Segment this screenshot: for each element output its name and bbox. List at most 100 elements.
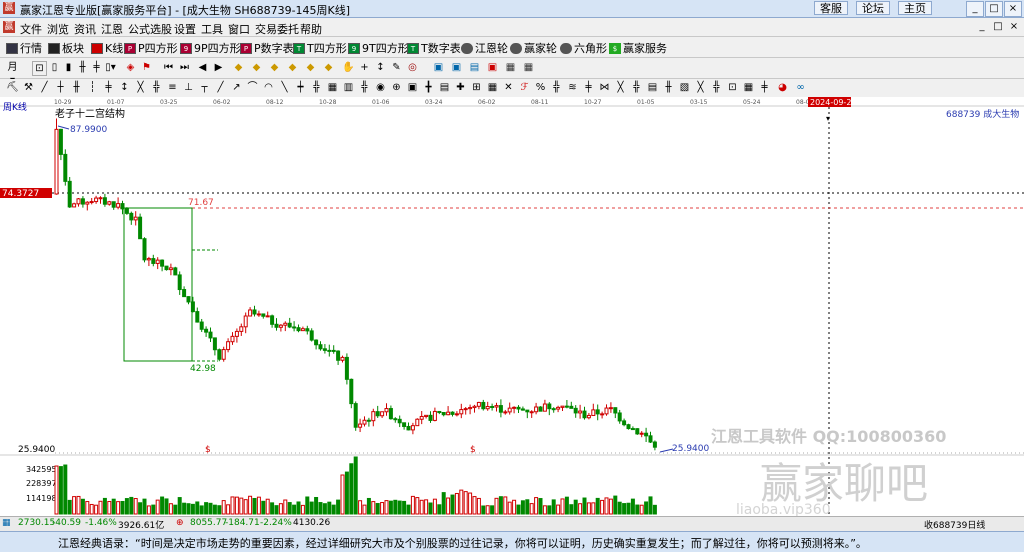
window-icon[interactable]: ▣ <box>432 61 445 74</box>
link-forum[interactable]: 论坛 <box>856 1 890 15</box>
tool-icon[interactable]: ⌒ <box>246 81 259 94</box>
tool-icon[interactable]: ╱ <box>38 81 51 94</box>
tool-icon[interactable]: ◠ <box>262 81 275 94</box>
diamond-icon[interactable]: ◆ <box>322 61 335 74</box>
tool-icon[interactable]: ╬ <box>710 81 723 94</box>
period-menu-icon[interactable]: 月▾ <box>6 61 19 86</box>
zoom-icon[interactable]: ⊡ <box>32 61 47 76</box>
menu-browse[interactable]: 浏览 <box>47 21 69 37</box>
tool-icon[interactable]: ╲ <box>278 81 291 94</box>
toolbar-p-table[interactable]: P P数字表 <box>240 40 294 56</box>
tool-icon[interactable]: ┿ <box>294 81 307 94</box>
toolbar-p-square[interactable]: P P四方形 <box>124 40 178 56</box>
color-icon[interactable]: ◕ <box>776 81 789 94</box>
tool-icon[interactable]: ╱ <box>214 81 227 94</box>
tool-icon[interactable]: ╬ <box>150 81 163 94</box>
flag-icon[interactable]: ⚑ <box>140 61 153 74</box>
tool-icon[interactable]: ╬ <box>310 81 323 94</box>
tool-icon[interactable]: ╪ <box>758 81 771 94</box>
window-icon[interactable]: ▦ <box>504 61 517 74</box>
tool-icon[interactable]: ╪ <box>582 81 595 94</box>
tool-icon[interactable]: ⊥ <box>182 81 195 94</box>
tool-icon[interactable]: ⚒ <box>22 81 35 94</box>
close-button[interactable]: × <box>1004 1 1022 17</box>
toolbar-winner-wheel[interactable]: 赢家轮 <box>510 40 557 56</box>
crosshair-icon[interactable]: + <box>358 61 371 74</box>
maximize-button[interactable]: □ <box>985 1 1003 17</box>
tool-icon[interactable]: ↗ <box>230 81 243 94</box>
tool-icon[interactable]: ╳ <box>134 81 147 94</box>
tool-icon[interactable]: ≡ <box>166 81 179 94</box>
menu-window[interactable]: 窗口 <box>228 21 250 37</box>
link-home[interactable]: 主页 <box>898 1 932 15</box>
toolbar-9p-square[interactable]: 9 9P四方形 <box>180 40 241 56</box>
diamond-icon[interactable]: ◆ <box>286 61 299 74</box>
menu-tools[interactable]: 工具 <box>201 21 223 37</box>
left-arrow-icon[interactable]: ◀ <box>196 61 209 74</box>
menu-gann[interactable]: 江恩 <box>101 21 123 37</box>
menu-file[interactable]: 文件 <box>20 21 42 37</box>
candle-icon[interactable]: ╫ <box>76 61 89 74</box>
tool-icon[interactable]: ▧ <box>678 81 691 94</box>
tool-icon[interactable]: ≋ <box>566 81 579 94</box>
tool-icon[interactable]: ╫ <box>662 81 675 94</box>
link-service[interactable]: 客服 <box>814 1 848 15</box>
minimize-button[interactable]: _ <box>966 1 984 17</box>
candle-icon[interactable]: ╪ <box>90 61 103 74</box>
tool-icon[interactable]: ⋈ <box>598 81 611 94</box>
shape-icon[interactable]: ◎ <box>406 61 419 74</box>
toolbar-gann-wheel[interactable]: 江恩轮 <box>461 40 508 56</box>
diamond-icon[interactable]: ◆ <box>250 61 263 74</box>
tool-icon[interactable]: ⊞ <box>470 81 483 94</box>
child-close-button[interactable]: × <box>1007 20 1021 33</box>
child-minimize-button[interactable]: _ <box>975 20 989 33</box>
tool-icon[interactable]: ✕ <box>502 81 515 94</box>
tool-icon[interactable]: ╋ <box>422 81 435 94</box>
tool-icon[interactable]: ℱ <box>518 81 531 94</box>
child-maximize-button[interactable]: □ <box>991 20 1005 33</box>
candle-icon[interactable]: ▮ <box>62 61 75 74</box>
window-icon[interactable]: ▣ <box>450 61 463 74</box>
toolbar-9t-square[interactable]: 9 9T四方形 <box>348 40 409 56</box>
toolbar-t-square[interactable]: T T四方形 <box>293 40 347 56</box>
tool-icon[interactable]: ✚ <box>454 81 467 94</box>
tool-icon[interactable]: ┬ <box>198 81 211 94</box>
brush-icon[interactable]: ✎ <box>390 61 403 74</box>
tool-icon[interactable]: ▤ <box>646 81 659 94</box>
tool-icon[interactable]: ⊡ <box>726 81 739 94</box>
menu-info[interactable]: 资讯 <box>74 21 96 37</box>
tool-icon[interactable]: ▥ <box>342 81 355 94</box>
tool-icon[interactable]: ▤ <box>438 81 451 94</box>
toolbar-quotes[interactable]: 行情 <box>6 40 42 56</box>
tool-icon[interactable]: ╬ <box>358 81 371 94</box>
window-icon[interactable]: ▦ <box>522 61 535 74</box>
percent-icon[interactable]: % <box>534 81 547 94</box>
window-icon[interactable]: ▣ <box>486 61 499 74</box>
last-icon[interactable]: ⏭ <box>178 61 191 74</box>
tool-icon[interactable]: ▦ <box>742 81 755 94</box>
tool-icon[interactable]: ╫ <box>70 81 83 94</box>
tool-icon[interactable]: ┼ <box>54 81 67 94</box>
tool-icon[interactable]: ╳ <box>694 81 707 94</box>
tool-icon[interactable]: ⛏ <box>6 81 19 94</box>
window-icon[interactable]: ▤ <box>468 61 481 74</box>
toolbar-winner-service[interactable]: $ 赢家服务 <box>609 40 667 56</box>
tool-icon[interactable]: ▦ <box>486 81 499 94</box>
diamond-icon[interactable]: ◆ <box>304 61 317 74</box>
toolbar-t-table[interactable]: T T数字表 <box>407 40 461 56</box>
tool-icon[interactable]: ┆ <box>86 81 99 94</box>
tool-icon[interactable]: ╬ <box>630 81 643 94</box>
tool-icon[interactable]: ╪ <box>102 81 115 94</box>
tool-icon[interactable]: ╳ <box>614 81 627 94</box>
toolbar-hexagon[interactable]: 六角形 <box>560 40 607 56</box>
right-arrow-icon[interactable]: ▶ <box>212 61 225 74</box>
first-icon[interactable]: ⏮ <box>162 61 175 74</box>
tool-icon[interactable]: ↕ <box>118 81 131 94</box>
diamond-icon[interactable]: ◆ <box>232 61 245 74</box>
candle-icon[interactable]: ▯▾ <box>104 61 117 74</box>
tool-icon[interactable]: ▣ <box>406 81 419 94</box>
diamond-icon[interactable]: ◆ <box>268 61 281 74</box>
hand-icon[interactable]: ✋ <box>342 61 355 74</box>
shape-icon[interactable]: ◈ <box>124 61 137 74</box>
infinity-icon[interactable]: ∞ <box>794 81 807 94</box>
